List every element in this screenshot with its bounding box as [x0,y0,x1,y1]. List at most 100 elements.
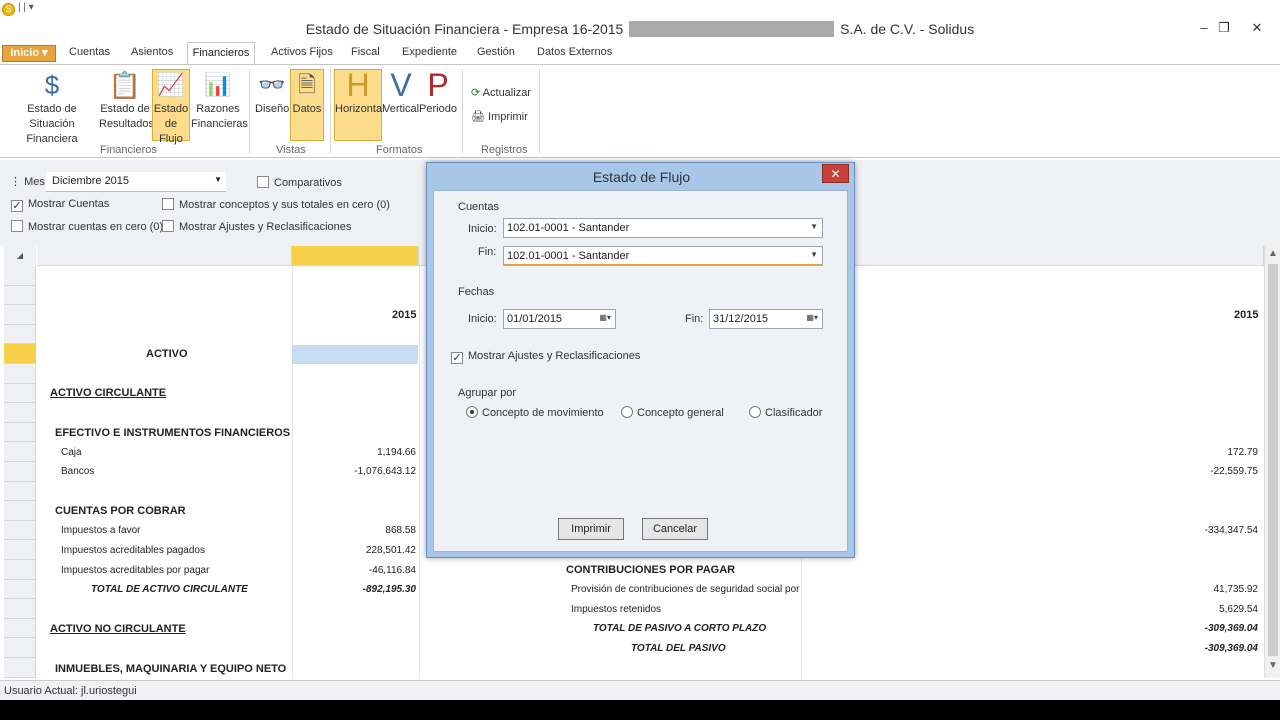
scroll-thumb[interactable] [1268,264,1278,656]
row-headers [4,246,36,678]
redacted-block [629,21,835,37]
scroll-up-icon[interactable]: ▲ [1268,248,1278,259]
mostrar-cuentas-checkbox[interactable]: ✓ Mostrar Cuentas [11,198,109,212]
horizontal-button[interactable]: H Horizontal [334,67,385,141]
provision-label: Provisión de contribuciones de seguridad… [571,584,800,595]
status-bar: Usuario Actual: jl.uriostegui [0,680,1280,700]
refresh-icon: ⟳ [471,87,481,99]
year-header-left: 2015 [392,309,417,321]
fecha-inicio-picker[interactable]: 01/01/2015 ▦▾ [503,309,616,329]
cancelar-button[interactable]: Cancelar [642,518,708,540]
estado-resultados-button[interactable]: 📋 Estado de Resultados [99,70,154,132]
cuenta-inicio-select[interactable]: 102.01-0001 - Santander ▼ [503,218,823,238]
imprimir-ribbon-label: Imprimir [488,111,528,123]
radio-concepto-movimiento[interactable]: Concepto de movimiento [466,406,604,419]
estado-situacion-button[interactable]: $ Estado de Situación Financiera [4,70,100,147]
table-search-icon: 🗎 [298,72,316,97]
cuentas-cobrar-heading: CUENTAS POR COBRAR [55,505,186,517]
comparativos-checkbox[interactable]: Comparativos [257,176,342,189]
restore-button[interactable]: ❐ [1210,20,1238,36]
column-header-a[interactable] [37,246,292,266]
actualizar-button[interactable]: ⟳ Actualizar [471,86,531,99]
group-vistas-label: Vistas [276,144,306,156]
close-window-button[interactable]: ✕ [1243,20,1271,36]
caja-label: Caja [61,447,82,458]
imp-acred-por-label: Impuestos acreditables por pagar [61,565,210,576]
calendar-icon[interactable]: ▦▾ [599,313,611,322]
total-activo-circ-value: -892,195.30 [362,584,416,595]
h-letter-icon: H [346,67,370,103]
bancos-label: Bancos [61,466,95,477]
tab-financieros[interactable]: Financieros [187,42,255,65]
imp-acred-pag-value: 228,501.42 [365,545,416,556]
fecha-fin-label: Fin: [685,313,704,325]
imprimir-button[interactable]: Imprimir [558,518,624,540]
datos-button[interactable]: 🗎 Datos [290,69,324,141]
imp-retenidos-label: Impuestos retenidos [571,604,662,615]
actualizar-label: Actualizar [482,87,531,99]
mes-label: ⋮ Mes [10,176,45,188]
razones-financieras-button[interactable]: 📊 Razones Financieras [191,70,248,132]
tab-fiscal[interactable]: Fiscal [351,46,380,58]
tab-cuentas[interactable]: Cuentas [69,46,110,58]
app-logo-icon[interactable]: S [2,3,15,16]
chevron-down-icon: ▼ [810,250,818,259]
select-all-corner[interactable]: ◢ [4,246,36,266]
razones-label-1: Razones [196,103,240,115]
provision-value: 41,735.92 [1213,584,1259,595]
tab-activos-fijos[interactable]: Activos Fijos [271,46,333,58]
dialog-body: Cuentas Inicio: 102.01-0001 - Santander … [433,190,848,552]
clipboard-icon: 📋 [108,70,142,100]
right-value-2: -22,559.75 [1210,466,1258,477]
dialog-close-button[interactable]: ✕ [822,164,849,183]
contribuciones-heading: CONTRIBUCIONES POR PAGAR [566,564,736,576]
group-financieros-label: Financieros [100,144,157,156]
mostrar-cuentas-cero-checkbox[interactable]: Mostrar cuentas en cero (0) [11,220,163,233]
dialog-title: Estado de Flujo [592,169,691,185]
estado-situacion-label-1: Estado de Situación [27,103,77,130]
vertical-button[interactable]: V Vertical [383,69,419,117]
radio-concepto-movimiento-label: Concepto de movimiento [482,407,604,419]
estado-flujo-label-2: de Flujo [159,118,183,145]
razones-label-2: Financieras [191,118,248,130]
periodo-label: Periodo [419,103,457,115]
dialog-mostrar-ajustes-checkbox[interactable]: ✓ Mostrar Ajustes y Reclasificaciones [451,350,640,364]
datos-label: Datos [292,103,322,115]
printer-icon: 🖨 [471,111,485,123]
column-header-b[interactable] [292,246,419,266]
mostrar-conceptos-checkbox[interactable]: Mostrar conceptos y sus totales en cero … [162,198,390,211]
radio-clasificador-label: Clasificador [765,407,823,419]
fecha-fin-picker[interactable]: 31/12/2015 ▦▾ [709,309,823,329]
bar-chart-icon: 📊 [204,72,232,97]
vertical-scrollbar[interactable]: ▲ ▼ [1264,246,1280,678]
scroll-down-icon[interactable]: ▼ [1268,660,1278,671]
right-value-1: 172.79 [1227,447,1258,458]
group-separator [330,69,331,153]
selected-cell[interactable] [292,345,418,364]
imprimir-ribbon-button[interactable]: 🖨 Imprimir [471,110,528,123]
tab-gestion[interactable]: Gestión [477,46,515,58]
column-header-d[interactable] [801,246,1264,266]
checked-checkbox-icon: ✓ [11,200,23,212]
cuentas-section-label: Cuentas [458,201,499,213]
radio-clasificador[interactable]: Clasificador [749,406,822,419]
total-pasivo-value: -309,369.04 [1204,643,1258,654]
calendar-icon[interactable]: ▦▾ [806,313,818,322]
checked-checkbox-icon: ✓ [451,352,463,364]
tab-inicio[interactable]: Inicio ▾ [2,45,56,62]
mes-select[interactable]: Diciembre 2015 ▼ [46,172,226,192]
estado-flujo-button[interactable]: 📈 Estado de Flujo [152,69,190,145]
imp-acred-pag-label: Impuestos acreditables pagados [61,545,205,556]
tab-asientos[interactable]: Asientos [131,46,173,58]
periodo-button[interactable]: P Periodo [419,69,457,117]
mostrar-ajustes-checkbox[interactable]: Mostrar Ajustes y Reclasificaciones [162,220,351,233]
window-title-left: Estado de Situación Financiera - Empresa… [305,21,624,37]
qat-dropdown-icon[interactable]: | | ▾ [18,2,34,13]
radio-concepto-general[interactable]: Concepto general [621,406,724,419]
tab-datos-externos[interactable]: Datos Externos [537,46,612,58]
comparativos-label: Comparativos [274,177,342,189]
cuenta-fin-select[interactable]: 102.01-0001 - Santander ▼ [503,246,823,266]
tab-expediente[interactable]: Expediente [402,46,457,58]
group-formatos-label: Formatos [376,144,423,156]
diseno-button[interactable]: 👓 Diseño [255,70,289,117]
